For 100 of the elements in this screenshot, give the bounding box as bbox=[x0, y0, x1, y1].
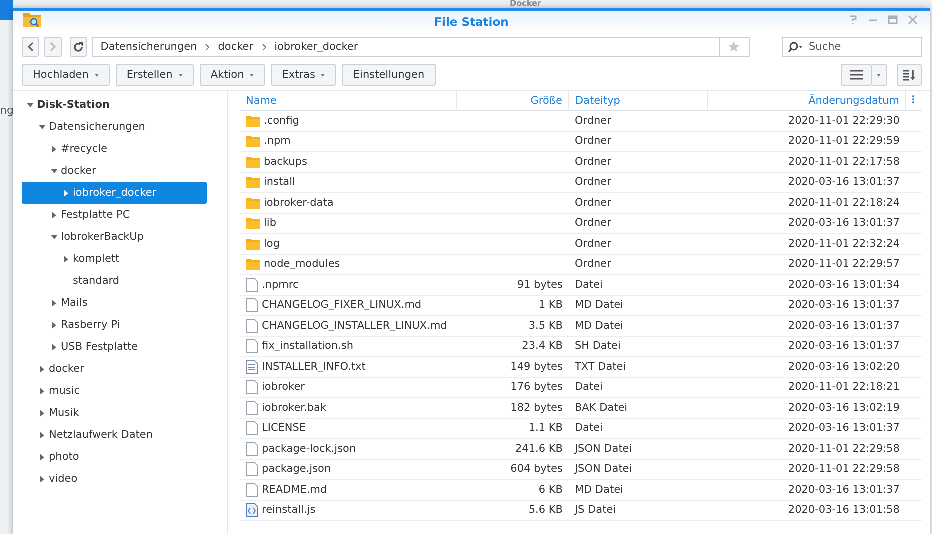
caret-icon bbox=[178, 74, 183, 76]
file-name[interactable]: fix_installation.sh bbox=[262, 340, 354, 352]
star-icon[interactable] bbox=[728, 41, 740, 53]
modified-date: 2020-03-16 13:01:37 bbox=[788, 176, 900, 188]
search-field[interactable]: Suche bbox=[782, 37, 922, 57]
collapsed-icon[interactable] bbox=[40, 432, 45, 438]
modified-date: 2020-11-01 22:17:58 bbox=[788, 156, 900, 168]
file-icon bbox=[246, 421, 258, 436]
chevron-icon bbox=[262, 44, 267, 50]
caret-icon bbox=[94, 74, 99, 76]
file-name[interactable]: iobroker-data bbox=[264, 196, 334, 209]
tree-item[interactable]: Disk-Station bbox=[22, 94, 207, 116]
tree-item[interactable]: Mails bbox=[22, 292, 207, 314]
list-view-button[interactable] bbox=[841, 64, 872, 86]
file-type: Ordner bbox=[574, 258, 612, 270]
folder-icon bbox=[246, 238, 260, 250]
expanded-icon[interactable] bbox=[51, 234, 58, 240]
modified-date: 2020-03-16 13:01:34 bbox=[788, 278, 900, 291]
file-name[interactable]: reinstall.js bbox=[262, 504, 316, 516]
file-name[interactable]: CHANGELOG_FIXER_LINUX.md bbox=[262, 299, 422, 312]
file-type: Ordner bbox=[574, 114, 612, 127]
collapsed-icon[interactable] bbox=[64, 190, 69, 196]
tree-item[interactable]: #recycle bbox=[22, 138, 207, 160]
modified-date: 2020-11-01 22:29:58 bbox=[788, 442, 900, 455]
caret-icon bbox=[321, 74, 326, 76]
tree-item[interactable]: video bbox=[22, 468, 207, 490]
column-options-icon[interactable] bbox=[912, 94, 916, 104]
tree-item[interactable]: Musik bbox=[22, 402, 207, 424]
file-type: Datei bbox=[574, 381, 603, 394]
tree-item[interactable]: Datensicherungen bbox=[22, 116, 207, 138]
expanded-icon[interactable] bbox=[51, 168, 58, 174]
tree-item[interactable]: Rasberry Pi bbox=[22, 314, 207, 336]
collapsed-icon[interactable] bbox=[40, 454, 45, 460]
collapsed-icon[interactable] bbox=[52, 300, 57, 306]
tree-item[interactable]: music bbox=[22, 380, 207, 402]
expanded-icon[interactable] bbox=[27, 102, 34, 108]
file-type: JSON Datei bbox=[574, 463, 632, 476]
file-name[interactable]: .npmrc bbox=[262, 278, 299, 291]
column-header[interactable]: Änderungsdatum bbox=[707, 91, 906, 110]
file-icon bbox=[246, 442, 258, 456]
file-name[interactable]: CHANGELOG_INSTALLER_LINUX.md bbox=[262, 320, 448, 332]
sort-button[interactable] bbox=[897, 64, 922, 86]
tree-item[interactable]: docker bbox=[22, 358, 207, 380]
file-name[interactable]: node_modules bbox=[264, 258, 340, 270]
collapsed-icon[interactable] bbox=[52, 212, 57, 218]
tree-item[interactable]: komplett bbox=[22, 248, 207, 270]
file-name[interactable]: iobroker bbox=[262, 381, 305, 394]
tree-item[interactable]: docker bbox=[22, 160, 207, 182]
column-header[interactable]: Dateityp bbox=[568, 91, 708, 110]
collapsed-icon[interactable] bbox=[40, 476, 45, 482]
chevron-right-icon bbox=[48, 42, 57, 52]
collapsed-icon[interactable] bbox=[52, 322, 57, 328]
file-icon bbox=[246, 298, 258, 312]
tree-item[interactable]: iobroker_docker bbox=[22, 182, 207, 204]
toolbar-button[interactable]: Extras bbox=[271, 64, 336, 86]
collapsed-icon[interactable] bbox=[40, 410, 45, 416]
collapsed-icon[interactable] bbox=[64, 256, 69, 262]
refresh-button[interactable] bbox=[70, 37, 87, 57]
file-type: Ordner bbox=[574, 135, 612, 148]
folder-icon bbox=[246, 258, 260, 270]
collapsed-icon[interactable] bbox=[52, 344, 57, 350]
breadcrumb-item[interactable]: iobroker_docker bbox=[274, 41, 358, 53]
tree-item[interactable]: Festplatte PC bbox=[22, 204, 207, 226]
expanded-icon[interactable] bbox=[39, 124, 46, 130]
breadcrumb-item[interactable]: docker bbox=[218, 41, 254, 53]
file-name[interactable]: package.json bbox=[262, 463, 332, 476]
toolbar-button[interactable]: Aktion bbox=[200, 64, 266, 86]
file-name[interactable]: log bbox=[264, 238, 280, 250]
column-header[interactable]: Name bbox=[240, 91, 457, 110]
collapsed-icon[interactable] bbox=[52, 146, 57, 152]
collapsed-icon[interactable] bbox=[40, 366, 45, 372]
file-name[interactable]: INSTALLER_INFO.txt bbox=[262, 360, 366, 373]
tree-item[interactable]: Netzlaufwerk Daten bbox=[22, 424, 207, 446]
tree-item[interactable]: standard bbox=[22, 270, 207, 292]
file-name[interactable]: .npm bbox=[264, 135, 291, 148]
breadcrumb-item[interactable]: Datensicherungen bbox=[100, 41, 198, 53]
file-name[interactable]: package-lock.json bbox=[262, 442, 356, 455]
collapsed-icon[interactable] bbox=[40, 388, 45, 394]
background-window-title: Docker bbox=[510, 0, 542, 8]
toolbar-button[interactable]: Erstellen bbox=[116, 64, 194, 86]
toolbar-button[interactable]: Einstellungen bbox=[342, 64, 436, 86]
tree-item[interactable]: USB Festplatte bbox=[22, 336, 207, 358]
file-name[interactable]: install bbox=[264, 176, 296, 188]
tree-item[interactable]: IobrokerBackUp bbox=[22, 226, 207, 248]
column-header[interactable]: Größe bbox=[456, 91, 569, 110]
modified-date: 2020-11-01 22:29:58 bbox=[788, 463, 900, 476]
file-size: 3.5 KB bbox=[528, 320, 563, 332]
tree-item[interactable]: photo bbox=[22, 446, 207, 468]
toolbar-button[interactable]: Hochladen bbox=[22, 64, 110, 86]
back-button[interactable] bbox=[22, 37, 40, 57]
file-name[interactable]: lib bbox=[264, 217, 276, 230]
file-name[interactable]: iobroker.bak bbox=[262, 402, 327, 414]
file-name[interactable]: LICENSE bbox=[262, 422, 306, 434]
file-name[interactable]: backups bbox=[264, 156, 308, 168]
path-bar[interactable]: Datensicherungen docker iobroker_docker bbox=[92, 37, 720, 57]
file-name[interactable]: .config bbox=[264, 114, 300, 127]
file-size: 23.4 KB bbox=[522, 340, 563, 352]
file-name[interactable]: README.md bbox=[262, 484, 328, 496]
folder-search-icon bbox=[23, 12, 41, 27]
file-icon bbox=[246, 278, 258, 292]
